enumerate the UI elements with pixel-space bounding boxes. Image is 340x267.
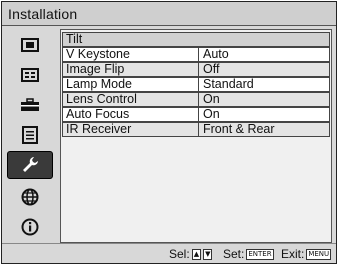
down-arrow-icon: ▼	[203, 248, 213, 260]
row-label: V Keystone	[66, 47, 130, 61]
sidebar-item-list[interactable]	[7, 123, 53, 147]
menu-row-ir-receiver[interactable]: IR Receiver Front & Rear	[62, 122, 330, 137]
exit-hint: Exit: MENU	[281, 247, 332, 261]
menu-row-auto-focus[interactable]: Auto Focus On	[62, 107, 330, 122]
menu-row-v-keystone[interactable]: V Keystone Auto	[62, 47, 330, 62]
row-value: Auto	[198, 48, 331, 61]
row-value: On	[198, 93, 331, 106]
row-value: Front & Rear	[198, 123, 331, 136]
row-label: Lamp Mode	[66, 77, 133, 91]
row-label: IR Receiver	[66, 122, 132, 136]
list-icon	[22, 126, 38, 144]
sidebar-item-screen[interactable]	[7, 63, 53, 87]
row-value: Standard	[198, 78, 331, 91]
row-label: Lens Control	[66, 92, 137, 106]
footer-help: Sel: ▲ ▼ Set: ENTER Exit: MENU	[2, 243, 336, 263]
exit-label: Exit:	[281, 247, 305, 261]
wrench-icon	[23, 157, 38, 172]
sidebar-item-installation[interactable]	[7, 151, 53, 179]
row-label: Image Flip	[66, 62, 125, 76]
sidebar-item-language[interactable]	[7, 185, 53, 209]
enter-key: ENTER	[246, 248, 274, 260]
set-hint: Set: ENTER	[223, 247, 274, 261]
info-icon	[21, 218, 39, 236]
title-bar: Installation	[2, 2, 336, 26]
sidebar-item-toolbox[interactable]	[7, 93, 53, 117]
sidebar-item-information[interactable]	[7, 215, 53, 239]
menu-header-label: Tilt	[66, 32, 83, 46]
select-hint: Sel: ▲ ▼	[169, 247, 213, 261]
row-value: On	[198, 108, 331, 121]
menu-key: MENU	[306, 248, 332, 260]
picture-icon	[21, 38, 39, 52]
row-value: Off	[198, 63, 331, 76]
up-arrow-icon: ▲	[191, 248, 202, 260]
settings-panel: Tilt V Keystone Auto Image Flip Off Lamp…	[60, 29, 332, 243]
menu-row-image-flip[interactable]: Image Flip Off	[62, 62, 330, 77]
row-label: Auto Focus	[66, 107, 130, 121]
menu-row-lamp-mode[interactable]: Lamp Mode Standard	[62, 77, 330, 92]
screen-icon	[21, 68, 39, 82]
menu-row-lens-control[interactable]: Lens Control On	[62, 92, 330, 107]
osd-menu: Installation Tilt V Keystone Auto Image …	[1, 1, 337, 264]
select-label: Sel:	[169, 247, 190, 261]
sidebar	[4, 29, 55, 243]
globe-icon	[21, 188, 39, 206]
set-label: Set:	[223, 247, 245, 261]
menu-header-tilt[interactable]: Tilt	[62, 32, 330, 47]
page-title: Installation	[8, 6, 78, 22]
toolbox-icon	[21, 98, 39, 111]
sidebar-item-picture[interactable]	[7, 33, 53, 57]
